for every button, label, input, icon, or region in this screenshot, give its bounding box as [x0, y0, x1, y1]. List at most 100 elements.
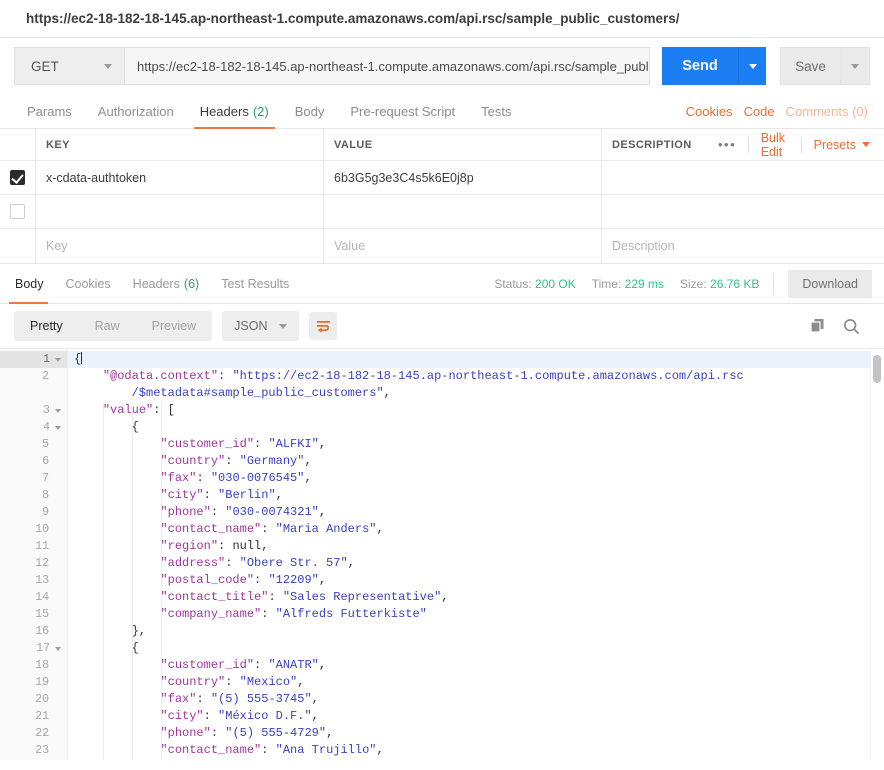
- code-line: "phone": "030-0074321",: [68, 504, 884, 521]
- code-token-str: "Alfreds Futterkiste": [275, 607, 427, 621]
- new-header-value-input[interactable]: Value: [324, 229, 602, 263]
- presets-button[interactable]: Presets: [802, 138, 882, 152]
- line-number: 7: [0, 470, 67, 487]
- code-token-punct: :: [261, 743, 276, 757]
- save-options-button[interactable]: [840, 47, 870, 85]
- row-checkbox-cell[interactable]: [0, 161, 36, 195]
- response-tab-cookies[interactable]: Cookies: [55, 264, 122, 304]
- chevron-down-icon: [748, 63, 757, 69]
- code-line: "contact_name": "Maria Anders",: [68, 521, 884, 538]
- row-checkbox-cell[interactable]: [0, 195, 36, 229]
- code-token-punct: ,: [326, 726, 334, 740]
- line-number: 4: [0, 419, 67, 436]
- tab-tests[interactable]: Tests: [468, 94, 524, 128]
- code-token-punct: ,: [304, 454, 312, 468]
- tab-params[interactable]: Params: [14, 94, 85, 128]
- format-raw-button[interactable]: Raw: [79, 311, 136, 341]
- language-select[interactable]: JSON: [222, 311, 300, 341]
- wrap-lines-button[interactable]: [309, 312, 338, 340]
- scrollbar-thumb[interactable]: [873, 355, 881, 383]
- checkbox-unchecked-icon[interactable]: [10, 204, 25, 219]
- response-tab-test-results[interactable]: Test Results: [210, 264, 300, 304]
- search-button[interactable]: [843, 318, 860, 335]
- chevron-down-icon: [862, 142, 870, 147]
- code-line: {: [68, 351, 884, 368]
- code-content[interactable]: { "@odata.context": "https://ec2-18-182-…: [68, 349, 884, 760]
- format-pretty-button[interactable]: Pretty: [14, 311, 79, 341]
- indent-guide: [102, 402, 104, 760]
- tab-pre-request-script[interactable]: Pre-request Script: [337, 94, 468, 128]
- comments-link[interactable]: Comments (0): [786, 104, 868, 119]
- save-button-group: Save: [780, 47, 870, 85]
- tab-label: Tests: [481, 103, 512, 119]
- size-stat: Size: 26.76 KB: [680, 277, 759, 291]
- fold-arrow-icon[interactable]: [55, 646, 61, 651]
- code-token-punct: :: [268, 590, 283, 604]
- code-token-punct: :: [225, 675, 240, 689]
- response-body-viewer[interactable]: 1234567891011121314151617181920212223242…: [0, 348, 884, 760]
- response-tab-headers[interactable]: Headers (6): [122, 264, 211, 304]
- code-token-punct: ,: [347, 556, 355, 570]
- time-value: 229 ms: [624, 276, 664, 291]
- code-line: "contact_title": "Sales Representative",: [68, 589, 884, 606]
- line-number: 3: [0, 402, 67, 419]
- code-token-punct: :: [254, 437, 269, 451]
- fold-arrow-icon[interactable]: [55, 425, 61, 430]
- header-description-cell[interactable]: [602, 195, 884, 229]
- line-number-text: 21: [35, 710, 49, 723]
- header-description-cell[interactable]: [602, 161, 884, 195]
- code-link[interactable]: Code: [744, 104, 775, 119]
- code-token-key: "address": [160, 556, 226, 570]
- code-token-punct: :: [196, 471, 211, 485]
- code-line: "phone": "(5) 555-4729",: [68, 725, 884, 742]
- copy-button[interactable]: [810, 318, 825, 334]
- new-header-description-input[interactable]: Description: [602, 229, 884, 263]
- header-key-text: x-cdata-authtoken: [46, 170, 147, 185]
- headers-table-head: KEY VALUE DESCRIPTION ••• Bulk Edit Pres…: [0, 129, 884, 161]
- code-token-str: "Maria Anders": [275, 522, 377, 536]
- copy-icon: [810, 319, 824, 333]
- status-value: 200 OK: [535, 276, 576, 291]
- code-token-punct: :: [203, 709, 219, 723]
- vertical-scrollbar[interactable]: [870, 349, 884, 760]
- line-number-text: 6: [42, 455, 49, 468]
- send-button[interactable]: Send: [662, 47, 738, 85]
- select-all-cell: [0, 129, 36, 161]
- code-line: "address": "Obere Str. 57",: [68, 555, 884, 572]
- checkbox-checked-icon[interactable]: [10, 170, 25, 185]
- fold-arrow-icon[interactable]: [55, 408, 61, 413]
- fold-arrow-icon[interactable]: [55, 357, 61, 362]
- format-toggle-group: Pretty Raw Preview: [14, 311, 213, 341]
- more-options-icon[interactable]: •••: [706, 137, 748, 152]
- http-method-label: GET: [31, 58, 59, 74]
- cookies-link[interactable]: Cookies: [686, 104, 733, 119]
- code-token-punct: :: [254, 573, 269, 587]
- request-url-value: https://ec2-18-182-18-145.ap-northeast-1…: [137, 58, 650, 74]
- new-header-key-input[interactable]: Key: [36, 229, 324, 263]
- table-row: [0, 195, 884, 229]
- download-button[interactable]: Download: [788, 269, 872, 298]
- placeholder-text: Value: [334, 239, 366, 253]
- code-token-str: "Berlin": [218, 488, 276, 502]
- save-button[interactable]: Save: [780, 47, 840, 85]
- bulk-edit-button[interactable]: Bulk Edit: [749, 131, 801, 159]
- http-method-select[interactable]: GET: [14, 47, 124, 85]
- tab-count: (6): [183, 276, 200, 291]
- tab-body[interactable]: Body: [282, 94, 338, 128]
- header-value-cell[interactable]: [324, 195, 602, 229]
- format-preview-button[interactable]: Preview: [136, 311, 212, 341]
- header-key-cell[interactable]: [36, 195, 324, 229]
- response-meta-bar: Body Cookies Headers (6) Test Results St…: [0, 264, 884, 304]
- tab-label: Pre-request Script: [350, 103, 456, 119]
- response-tab-body[interactable]: Body: [4, 264, 55, 304]
- header-key-cell[interactable]: x-cdata-authtoken: [36, 161, 324, 195]
- time-label: Time:: [591, 276, 622, 291]
- line-number-text: 13: [35, 574, 49, 587]
- send-options-button[interactable]: [738, 47, 766, 85]
- tab-headers[interactable]: Headers (2): [187, 94, 282, 129]
- request-url-input[interactable]: https://ec2-18-182-18-145.ap-northeast-1…: [124, 47, 650, 85]
- header-value-cell[interactable]: 6b3G5g3e3C4s5k6E0j8p: [324, 161, 602, 195]
- tab-authorization[interactable]: Authorization: [85, 94, 187, 128]
- column-header-value: VALUE: [324, 129, 602, 161]
- line-number: 16: [0, 623, 67, 640]
